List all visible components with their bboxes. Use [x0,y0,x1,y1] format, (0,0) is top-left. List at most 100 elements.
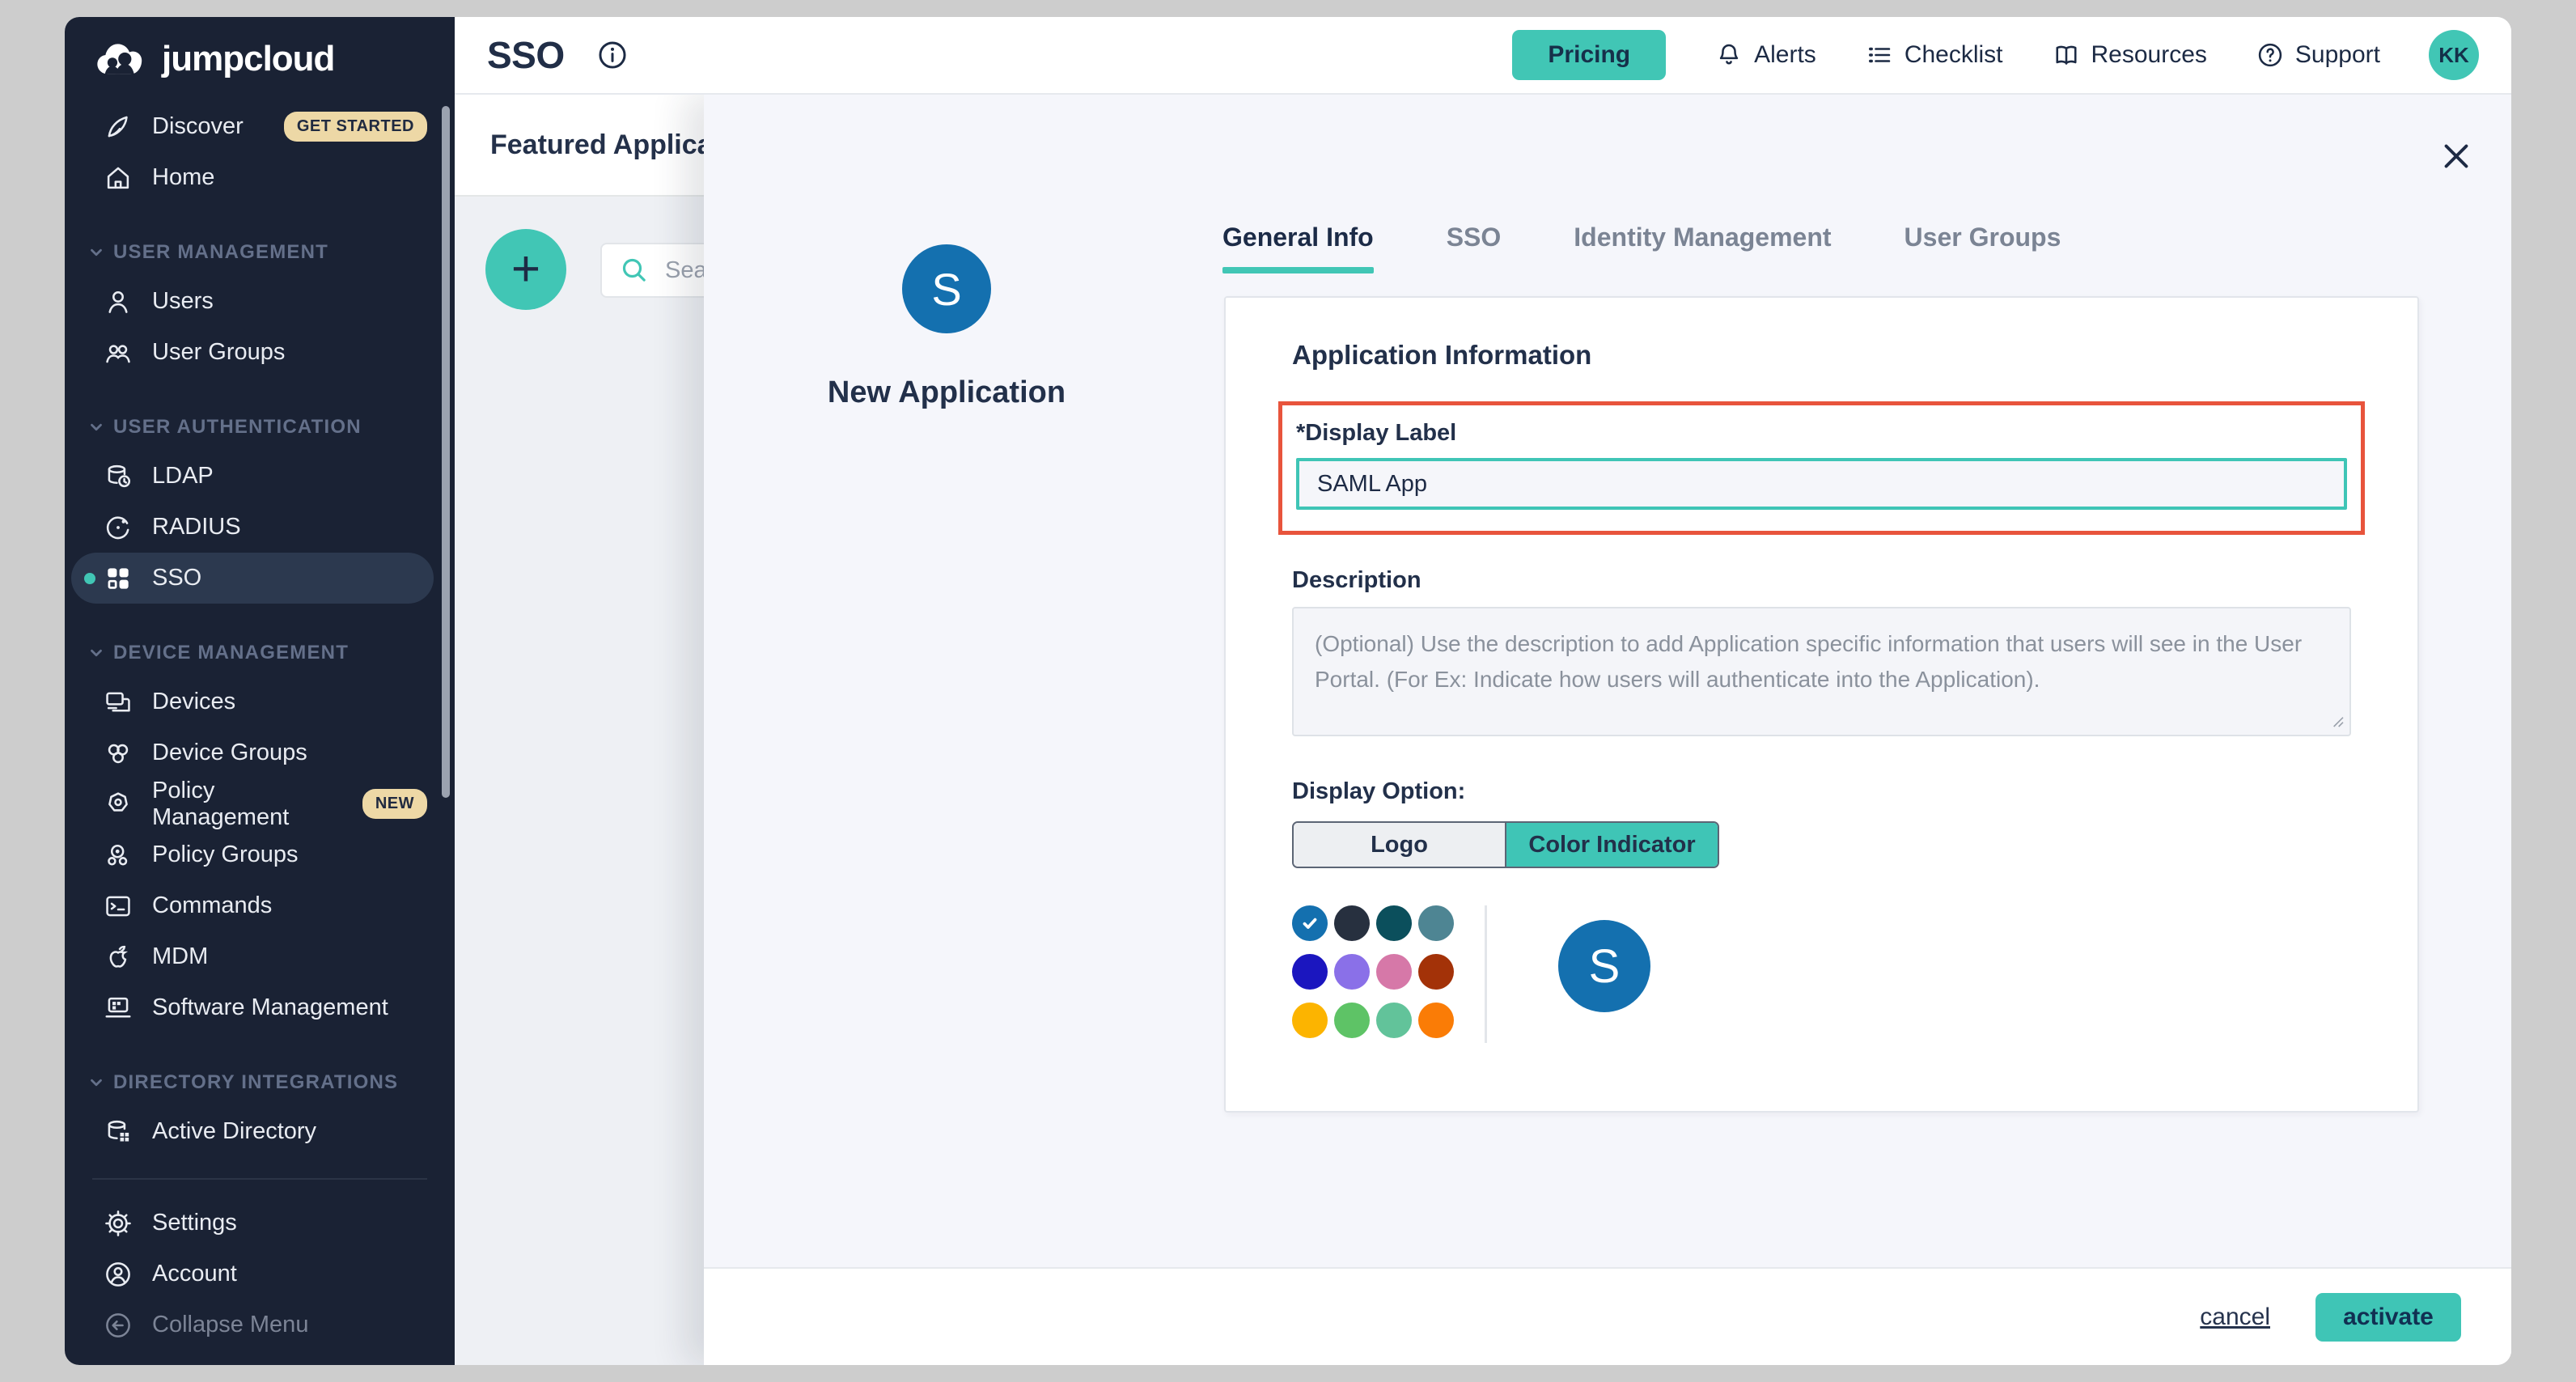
color-swatch[interactable] [1418,1003,1454,1038]
color-swatch[interactable] [1334,905,1370,941]
tab-general-info[interactable]: General Info [1222,223,1374,273]
sidebar-item-home[interactable]: Home [65,152,455,203]
tab-identity-management[interactable]: Identity Management [1574,223,1831,273]
checklist-button[interactable]: Checklist [1865,40,2003,70]
home-icon [102,162,134,194]
color-swatch-selected[interactable] [1292,905,1328,941]
sidebar-item-label: SSO [152,565,201,591]
sidebar-item-commands[interactable]: Commands [65,880,455,931]
collapse-arrow-icon [102,1309,134,1342]
color-swatch[interactable] [1418,905,1454,941]
sidebar-item-label: Commands [152,892,272,919]
color-swatch[interactable] [1334,1003,1370,1038]
jumpcloud-cloud-icon [95,40,149,78]
sidebar-item-sso[interactable]: SSO [71,553,434,604]
sidebar-item-label: Software Management [152,994,388,1021]
chevron-down-icon [87,244,105,261]
topbar: SSO Pricing Alerts [455,17,2511,95]
logo-wordmark: jumpcloud [162,39,334,79]
sidebar-item-radius[interactable]: RADIUS [65,502,455,553]
tab-user-groups[interactable]: User Groups [1904,223,2061,273]
active-directory-icon [102,1116,134,1148]
pricing-button[interactable]: Pricing [1512,30,1666,80]
sidebar-item-software-management[interactable]: Software Management [65,982,455,1033]
content-area: Featured Applications + S N [455,95,2511,1365]
sidebar-section-device-management[interactable]: DEVICE MANAGEMENT [65,639,455,667]
tab-sso[interactable]: SSO [1447,223,1502,273]
display-option-logo[interactable]: Logo [1294,823,1506,867]
sidebar-item-policy-management[interactable]: Policy Management NEW [65,778,455,829]
close-icon[interactable] [2437,137,2476,176]
chevron-down-icon [87,644,105,662]
sidebar-item-ldap[interactable]: LDAP [65,451,455,502]
sidebar-item-users[interactable]: Users [65,276,455,327]
policy-groups-icon [102,839,134,871]
screen: jumpcloud Discover GET STARTED [0,0,2576,1382]
color-swatch[interactable] [1376,954,1412,990]
card-heading: Application Information [1292,340,2351,371]
resources-button[interactable]: Resources [2052,40,2207,70]
check-icon [1299,913,1320,934]
cancel-link[interactable]: cancel [2200,1304,2270,1331]
devices-icon [102,686,134,719]
sidebar-item-settings[interactable]: Settings [65,1198,455,1248]
users-icon [102,286,134,318]
software-management-icon [102,992,134,1024]
sso-grid-icon [102,562,134,595]
sidebar-item-devices[interactable]: Devices [65,676,455,727]
policy-management-icon [102,788,134,820]
mdm-apple-icon [102,941,134,973]
radius-icon [102,511,134,544]
device-groups-icon [102,737,134,769]
modal-footer: cancel activate [704,1267,2511,1365]
resize-handle-icon[interactable] [2332,715,2345,728]
get-started-badge: GET STARTED [284,112,427,142]
support-button[interactable]: Support [2256,40,2380,70]
application-hero: S New Application [704,244,1189,410]
display-option-label: Display Option: [1292,778,2351,805]
sidebar-item-collapse-menu[interactable]: Collapse Menu [65,1299,455,1350]
sidebar-section-user-management[interactable]: USER MANAGEMENT [65,239,455,266]
picker-divider [1485,905,1487,1043]
color-swatch[interactable] [1376,905,1412,941]
ldap-icon [102,460,134,493]
description-textarea[interactable] [1292,607,2351,736]
sidebar-item-policy-groups[interactable]: Policy Groups [65,829,455,880]
sidebar-section-user-authentication[interactable]: USER AUTHENTICATION [65,413,455,441]
sidebar-item-account[interactable]: Account [65,1248,455,1299]
sidebar-item-label: Collapse Menu [152,1312,308,1338]
sidebar-item-discover[interactable]: Discover GET STARTED [65,101,455,152]
description-label: Description [1292,567,2351,594]
question-circle-icon [2256,40,2285,70]
sidebar-section-directory-integrations[interactable]: DIRECTORY INTEGRATIONS [65,1069,455,1096]
app-window: jumpcloud Discover GET STARTED [65,17,2511,1365]
color-swatch[interactable] [1418,954,1454,990]
bell-icon [1714,40,1743,70]
sidebar-scrollbar[interactable] [442,106,450,798]
avatar[interactable]: KK [2429,30,2479,80]
sidebar-item-label: Users [152,288,214,315]
add-application-button[interactable]: + [485,229,566,310]
color-swatch[interactable] [1292,954,1328,990]
checklist-icon [1865,40,1894,70]
display-label-input[interactable] [1296,458,2347,510]
sidebar-item-device-groups[interactable]: Device Groups [65,727,455,778]
sidebar-divider [92,1178,427,1180]
jumpcloud-logo: jumpcloud [65,17,455,101]
sidebar-item-mdm[interactable]: MDM [65,931,455,982]
display-option-color-indicator[interactable]: Color Indicator [1506,823,1718,867]
info-icon[interactable] [595,38,629,72]
color-swatch[interactable] [1292,1003,1328,1038]
sidebar-item-user-groups[interactable]: User Groups [65,327,455,378]
sidebar-item-label: Active Directory [152,1118,316,1145]
activate-button[interactable]: activate [2315,1293,2461,1342]
color-swatch[interactable] [1334,954,1370,990]
alerts-button[interactable]: Alerts [1714,40,1816,70]
sidebar-item-active-directory[interactable]: Active Directory [65,1106,455,1157]
color-swatch-grid [1292,905,1454,1038]
color-swatch[interactable] [1376,1003,1412,1038]
sidebar-item-label: User Groups [152,339,285,366]
page-title: SSO [487,33,565,77]
new-application-modal: S New Application General Info SSO Ident… [704,95,2511,1365]
color-preview-avatar: S [1558,920,1650,1012]
